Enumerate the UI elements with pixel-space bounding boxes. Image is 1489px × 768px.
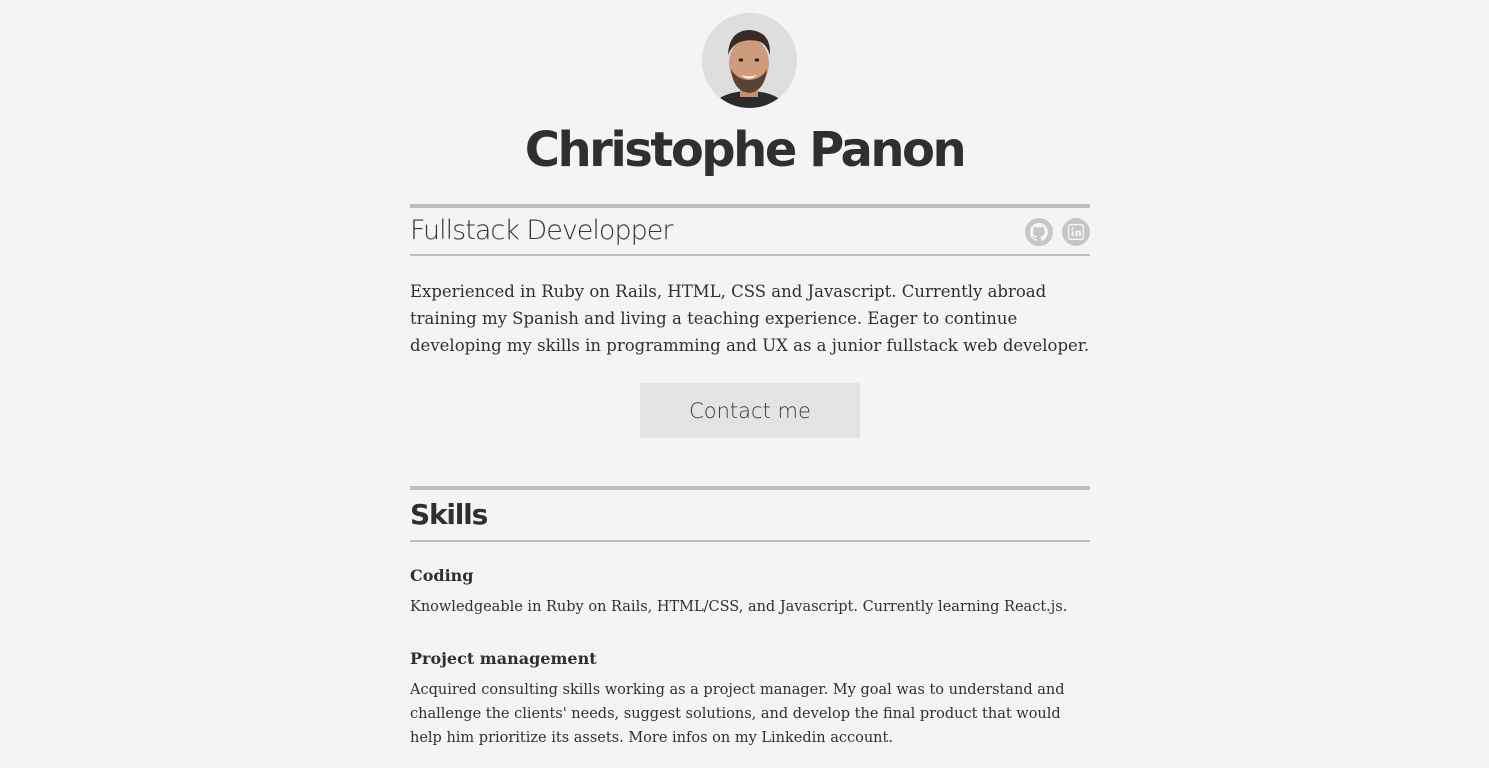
page-title: Christophe Panon <box>524 122 967 178</box>
skills-header: Skills <box>410 486 1090 542</box>
intro-text: Experienced in Ruby on Rails, HTML, CSS … <box>410 282 1090 355</box>
social-links <box>1025 216 1090 246</box>
linkedin-icon[interactable] <box>1062 218 1090 246</box>
role-title: Fullstack Developper <box>410 215 673 246</box>
role-header: Fullstack Developper <box>410 204 1090 256</box>
profile-section: Fullstack Developper Experienced in Ruby… <box>410 204 1090 750</box>
skill-description: Acquired consulting skills working as a … <box>410 682 1065 746</box>
avatar <box>702 13 797 108</box>
github-icon[interactable] <box>1025 218 1053 246</box>
skill-project-management: Project management Acquired consulting s… <box>410 647 1090 750</box>
skills-title: Skills <box>410 498 488 531</box>
skill-description: Knowledgeable in Ruby on Rails, HTML/CSS… <box>410 599 1068 615</box>
skill-title: Project management <box>410 649 597 668</box>
skill-title: Coding <box>410 566 474 585</box>
skill-coding: Coding Knowledgeable in Ruby on Rails, H… <box>410 564 1090 619</box>
contact-button[interactable]: Contact me <box>640 383 860 438</box>
contact-wrapper: Contact me <box>410 383 1090 438</box>
